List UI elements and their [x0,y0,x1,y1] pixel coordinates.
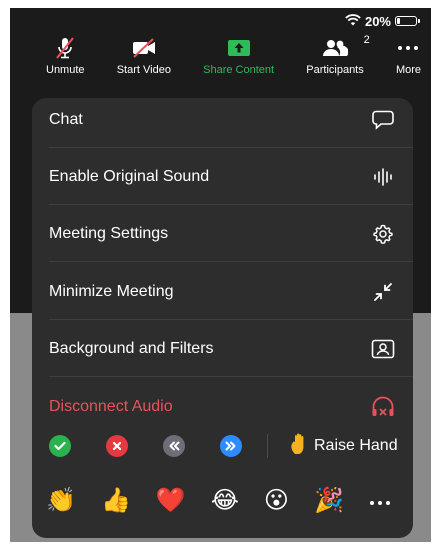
more-label: More [395,64,421,76]
share-content-label: Share Content [203,64,275,76]
menu-item-chat[interactable]: Chat [32,98,413,148]
divider [267,434,268,458]
divider [49,376,413,377]
ellipsis-icon [397,36,419,60]
more-button[interactable]: More [396,36,421,86]
muted-microphone-icon [54,36,76,60]
unmute-label: Unmute [46,64,85,76]
wifi-icon [345,13,361,29]
headphones-off-icon [371,395,395,419]
menu-item-label: Disconnect Audio [49,397,173,415]
battery-percent: 20% [364,13,391,29]
quick-feedback-row: Raise Hand [32,425,413,467]
menu-item-minimize-meeting[interactable]: Minimize Meeting [32,263,413,320]
menu-item-label: Chat [49,110,83,128]
share-screen-icon [227,36,250,60]
start-video-button[interactable]: Start Video [117,36,171,86]
menu-item-enable-original-sound[interactable]: Enable Original Sound [32,148,413,205]
thumbs-up-emoji[interactable]: 👍 [101,488,131,512]
participants-button[interactable]: 2 Participants [306,34,369,86]
clapping-hands-emoji[interactable]: 👏 [46,488,76,512]
menu-item-meeting-settings[interactable]: Meeting Settings [32,205,413,262]
chat-bubble-icon [371,108,395,132]
raised-hand-icon [290,432,310,461]
status-bar: 20% [345,12,420,30]
more-reactions-ellipsis-icon[interactable] [369,490,391,511]
menu-item-label: Background and Filters [49,339,214,357]
gear-icon [371,222,395,246]
unmute-button[interactable]: Unmute [46,36,85,86]
raise-hand-button[interactable]: Raise Hand [290,432,398,461]
party-popper-emoji[interactable]: 🎉 [314,488,344,512]
divider [49,261,413,262]
open-mouth-emoji[interactable]: 😮 [264,488,289,512]
meeting-toolbar: Unmute Start Video Share Content 2 Parti… [10,34,431,86]
red-heart-emoji[interactable]: ❤️ [156,488,186,512]
audio-wave-icon [371,165,395,189]
battery-icon [395,16,420,26]
minimize-arrows-icon [371,280,395,304]
portrait-frame-icon [371,337,395,361]
video-off-icon [131,36,157,60]
app-frame: 20% Unmute Start Video Share Content 2 P… [10,8,431,542]
yes-check-icon[interactable] [49,435,71,457]
participants-label: Participants [306,64,364,76]
menu-item-label: Minimize Meeting [49,282,174,300]
menu-item-label: Enable Original Sound [49,167,210,185]
faster-forward-icon[interactable] [220,435,242,457]
slower-rewind-icon[interactable] [163,435,185,457]
emoji-reactions-row: 👏 👍 ❤️ 😂 😮 🎉 [32,479,413,521]
start-video-label: Start Video [116,64,171,76]
battery-fill [397,18,401,24]
menu-item-label: Meeting Settings [49,224,169,242]
menu-item-background-and-filters[interactable]: Background and Filters [32,320,413,377]
raise-hand-label: Raise Hand [314,437,398,454]
no-x-icon[interactable] [106,435,128,457]
participants-count: 2 [363,34,370,46]
more-menu: Chat Enable Original Sound Meeting Setti… [32,98,413,538]
people-icon [322,36,348,60]
share-content-button[interactable]: Share Content [203,36,274,86]
tears-of-joy-emoji[interactable]: 😂 [211,488,239,512]
